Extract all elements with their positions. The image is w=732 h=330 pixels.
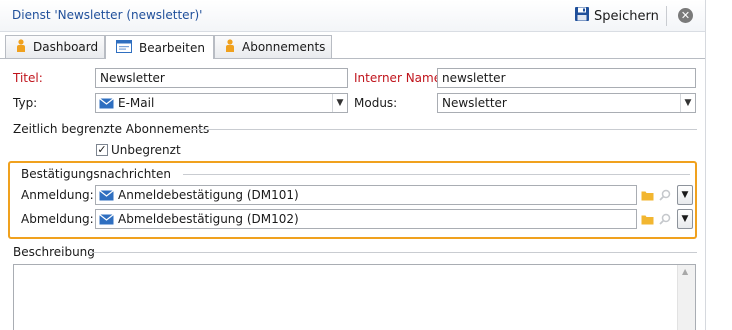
- type-select-value: E-Mail: [118, 96, 155, 110]
- section-divider: [90, 252, 697, 253]
- signoff-link-value: Abmeldebestätigung (DM102): [118, 212, 299, 226]
- tab-bar: Dashboard Bearbeiten Abonnements: [0, 35, 705, 59]
- service-window: Dienst 'Newsletter (newsletter)' Speiche…: [0, 0, 706, 330]
- scroll-up-icon[interactable]: ▲: [682, 267, 688, 276]
- tab-abonnements[interactable]: Abonnements: [214, 35, 332, 58]
- description-header: Beschreibung: [13, 245, 95, 259]
- confirmations-header: Bestätigungsnachrichten: [21, 167, 171, 181]
- toolbar-separator: [666, 6, 667, 26]
- person-icon: [16, 38, 26, 56]
- window-title: Dienst 'Newsletter (newsletter)': [12, 8, 203, 22]
- internal-name-input[interactable]: newsletter: [437, 68, 696, 88]
- signup-label: Anmeldung:: [21, 188, 94, 202]
- title-bar: Dienst 'Newsletter (newsletter)' Speiche…: [0, 0, 705, 32]
- folder-icon[interactable]: [639, 185, 655, 205]
- envelope-icon: [99, 189, 114, 201]
- tab-bearbeiten[interactable]: Bearbeiten: [105, 35, 214, 59]
- envelope-icon: [99, 97, 114, 109]
- signoff-link-field[interactable]: Abmeldebestätigung (DM102): [95, 209, 637, 229]
- search-icon[interactable]: [657, 209, 673, 229]
- internal-name-label: Interner Name:: [354, 71, 446, 85]
- search-icon[interactable]: [657, 185, 673, 205]
- type-select[interactable]: E-Mail ▼: [95, 93, 348, 113]
- close-icon[interactable]: ✕: [678, 8, 693, 23]
- title-input[interactable]: Newsletter: [95, 68, 348, 88]
- section-divider: [183, 174, 690, 175]
- type-label: Typ:: [13, 96, 38, 110]
- chevron-down-icon[interactable]: ▼: [677, 209, 693, 229]
- tab-bearbeiten-label: Bearbeiten: [139, 40, 205, 55]
- chevron-down-icon[interactable]: ▼: [680, 94, 695, 112]
- limited-subscriptions-header: Zeitlich begrenzte Abonnements: [13, 122, 210, 136]
- tab-dashboard-label: Dashboard: [33, 40, 99, 54]
- signup-link-field[interactable]: Anmeldebestätigung (DM101): [95, 185, 637, 205]
- folder-icon[interactable]: [639, 209, 655, 229]
- chevron-down-icon[interactable]: ▼: [677, 185, 693, 205]
- mode-select-value: Newsletter: [442, 96, 507, 110]
- title-label: Titel:: [13, 71, 43, 85]
- tab-abonnements-label: Abonnements: [242, 40, 326, 54]
- envelope-icon: [99, 213, 114, 225]
- mode-select[interactable]: Newsletter ▼: [437, 93, 696, 113]
- tab-dashboard[interactable]: Dashboard: [5, 35, 105, 58]
- chevron-down-icon[interactable]: ▼: [332, 94, 347, 112]
- save-button-label: Speichern: [594, 8, 659, 24]
- section-divider: [190, 129, 697, 130]
- save-button[interactable]: Speichern: [574, 6, 659, 26]
- mode-label: Modus:: [354, 96, 398, 110]
- signup-link-value: Anmeldebestätigung (DM101): [118, 188, 299, 202]
- person-icon: [225, 38, 235, 56]
- unlimited-checkbox[interactable]: ✓: [96, 144, 108, 156]
- unlimited-label: Unbegrenzt: [111, 143, 181, 157]
- signoff-label: Abmeldung:: [21, 212, 94, 226]
- floppy-disk-icon: [574, 6, 590, 26]
- form-window-icon: [116, 39, 132, 56]
- textarea-scrollbar[interactable]: ▲: [677, 265, 695, 330]
- description-textarea[interactable]: ▲: [13, 264, 696, 330]
